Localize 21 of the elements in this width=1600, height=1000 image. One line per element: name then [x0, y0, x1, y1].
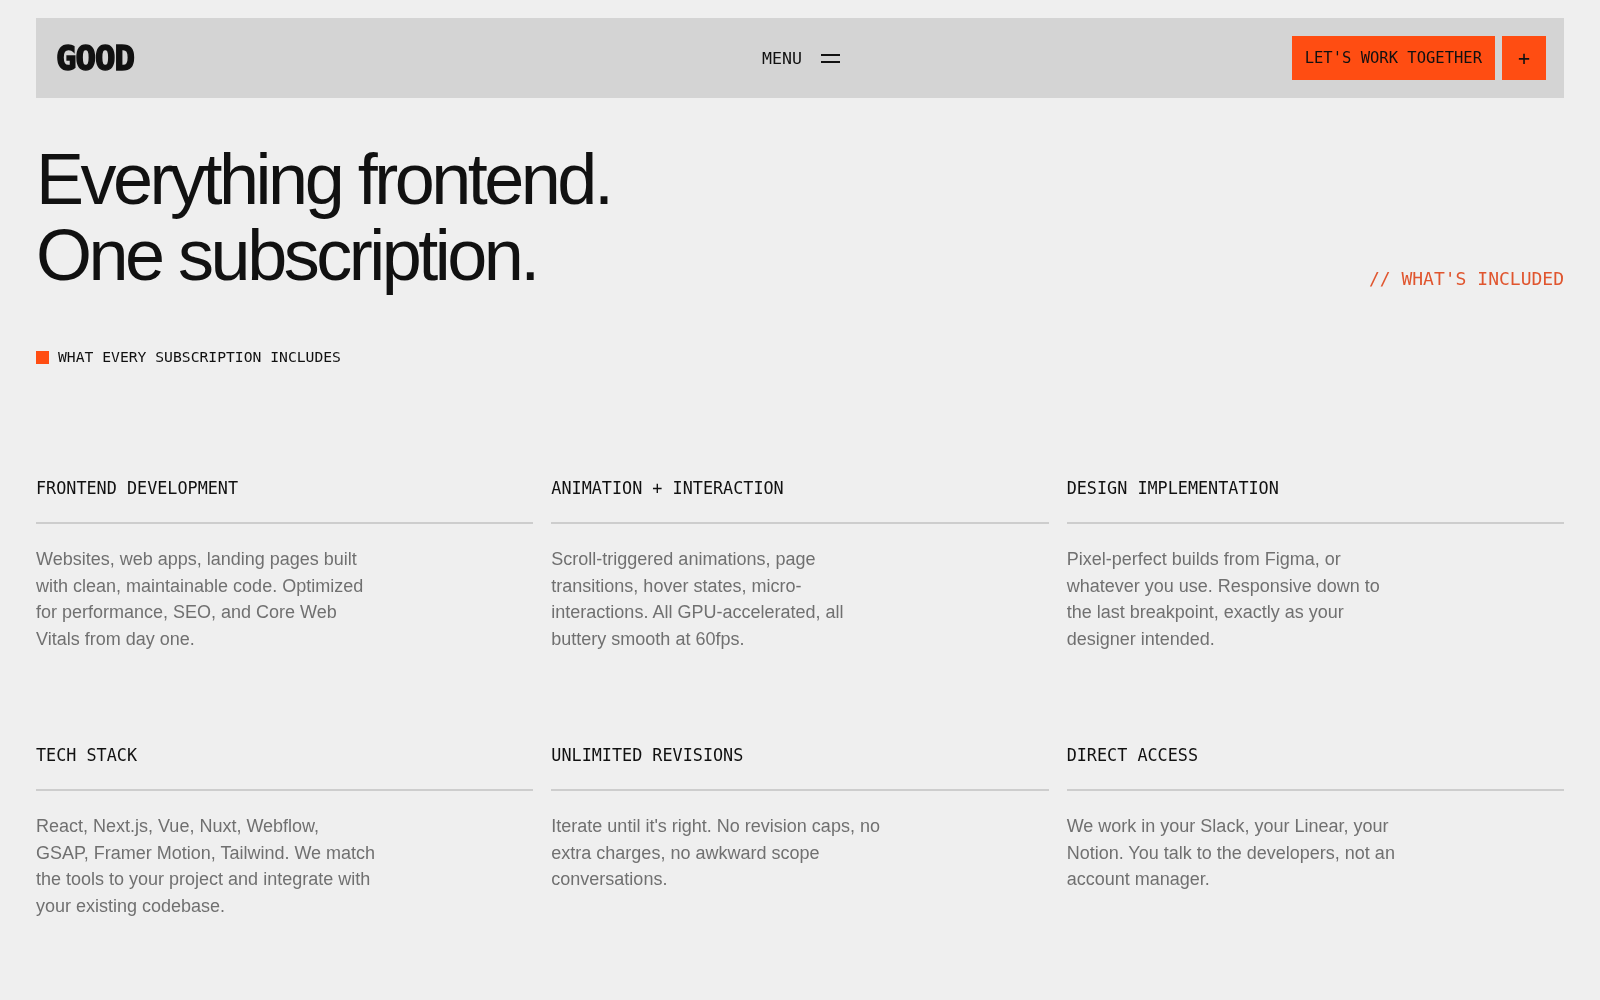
section-tag: // WHAT'S INCLUDED — [1368, 268, 1564, 290]
feature-description: Pixel-perfect builds from Figma, or whatever you use. Responsive down to the last breakpoint, exactly as your designer intended. — [1066, 548, 1381, 651]
plus-button[interactable]: + — [1502, 36, 1546, 80]
section-label: WHAT EVERY SUBSCRIPTION INCLUDES — [58, 348, 341, 366]
feature-title: ANIMATION + INTERACTION — [551, 478, 1049, 524]
menu-icon — [821, 53, 840, 63]
feature-title: DIRECT ACCESS — [1066, 745, 1564, 791]
square-bullet-icon — [36, 350, 49, 364]
feature-description: We work in your Slack, your Linear, your Notion. You talk to the developers, not an account manager. — [1066, 815, 1396, 891]
feature-title: TECH STACK — [36, 745, 534, 791]
menu-button[interactable]: MENU — [762, 48, 840, 68]
feature-title: FRONTEND DEVELOPMENT — [36, 478, 534, 524]
hero-heading: Everything frontend. One subscription. — [36, 141, 611, 293]
feature-title: UNLIMITED REVISIONS — [551, 745, 1049, 791]
feature-description: Scroll-triggered animations, page transitions, hover states, micro-interactions. All GPU-accelerated, all buttery smooth at 60fps. — [551, 548, 845, 651]
logo[interactable]: GOOD — [56, 41, 134, 75]
feature-title: DESIGN IMPLEMENTATION — [1066, 478, 1564, 524]
feature-description: Websites, web apps, landing pages built with clean, maintainable code. Optimized for performance, SEO, and Core Web Vitals from day one. — [36, 548, 365, 651]
feature-description: React, Next.js, Vue, Nuxt, Webflow, GSAP, Framer Motion, Tailwind. We match the tools to your project and integrate with your existing codebase. — [36, 815, 376, 918]
feature-description: Iterate until it's right. No revision caps, no extra charges, no awkward scope conversations. — [551, 815, 881, 891]
work-together-button[interactable]: LET'S WORK TOGETHER — [1291, 36, 1495, 80]
